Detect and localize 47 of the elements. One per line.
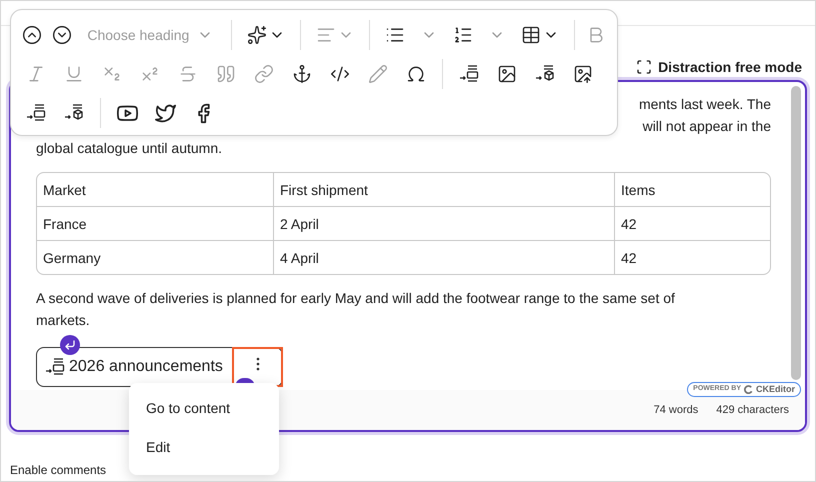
- return-icon: [64, 339, 76, 351]
- pencil-icon: [368, 64, 388, 84]
- column-header: Items: [621, 180, 656, 200]
- chevron-down-icon: [52, 25, 72, 45]
- numbered-list-icon: [452, 25, 473, 45]
- paragraph-text: A second wave of deliveries is planned for early May and will add the footwear range to the same set of markets.: [36, 289, 676, 330]
- word-count: 74 words: [654, 402, 698, 418]
- code-icon: [330, 64, 350, 84]
- scrollbar-thumb[interactable]: [791, 86, 801, 380]
- widget-title: 2026 announcements: [69, 357, 223, 377]
- character-count: 429 characters: [716, 402, 789, 418]
- insert-section-icon: [26, 103, 46, 123]
- kebab-icon: [256, 357, 260, 371]
- image-icon: [497, 64, 517, 84]
- column-header: First shipment: [280, 180, 368, 200]
- table-cell-text: 4 April: [280, 248, 319, 268]
- paragraph-text: ments last week. The: [638, 95, 771, 114]
- ckeditor-logo-icon: [744, 385, 753, 394]
- column-header: Market: [43, 180, 86, 200]
- paragraph-text: global catalogue until autumn.: [36, 140, 222, 156]
- table-cell-text: 2 April: [280, 214, 319, 234]
- omega-icon: [406, 64, 426, 84]
- underline-icon: [64, 64, 84, 84]
- play-icon: [116, 102, 138, 124]
- brand-name: CKEditor: [756, 382, 795, 396]
- table-icon: [520, 25, 541, 45]
- bird-icon: [154, 102, 176, 124]
- link-icon: [254, 64, 274, 84]
- insert-section-icon: [45, 357, 65, 377]
- paragraph-text: will not appear in the: [642, 117, 771, 136]
- table-cell-text: France: [43, 214, 87, 234]
- quote-icon: [216, 64, 236, 84]
- return-handle[interactable]: [60, 335, 80, 355]
- table-cell-text: 42: [621, 248, 637, 268]
- menu-item[interactable]: Go to content: [129, 389, 279, 428]
- menu-item[interactable]: Edit: [129, 428, 279, 467]
- expand-icon: [636, 59, 652, 75]
- insert-section-icon: [459, 64, 479, 84]
- image-upload-icon: [573, 64, 593, 84]
- table-cell-text: Germany: [43, 248, 101, 268]
- strikethrough-icon: [178, 64, 198, 84]
- table-cell-text: 42: [621, 214, 637, 234]
- anchor-icon: [292, 64, 312, 84]
- chevron-up-icon: [22, 25, 42, 45]
- enable-comments-label: Enable comments: [10, 463, 106, 477]
- distraction-free-button[interactable]: Distraction free mode: [636, 56, 802, 78]
- sparkles-icon: [247, 25, 268, 45]
